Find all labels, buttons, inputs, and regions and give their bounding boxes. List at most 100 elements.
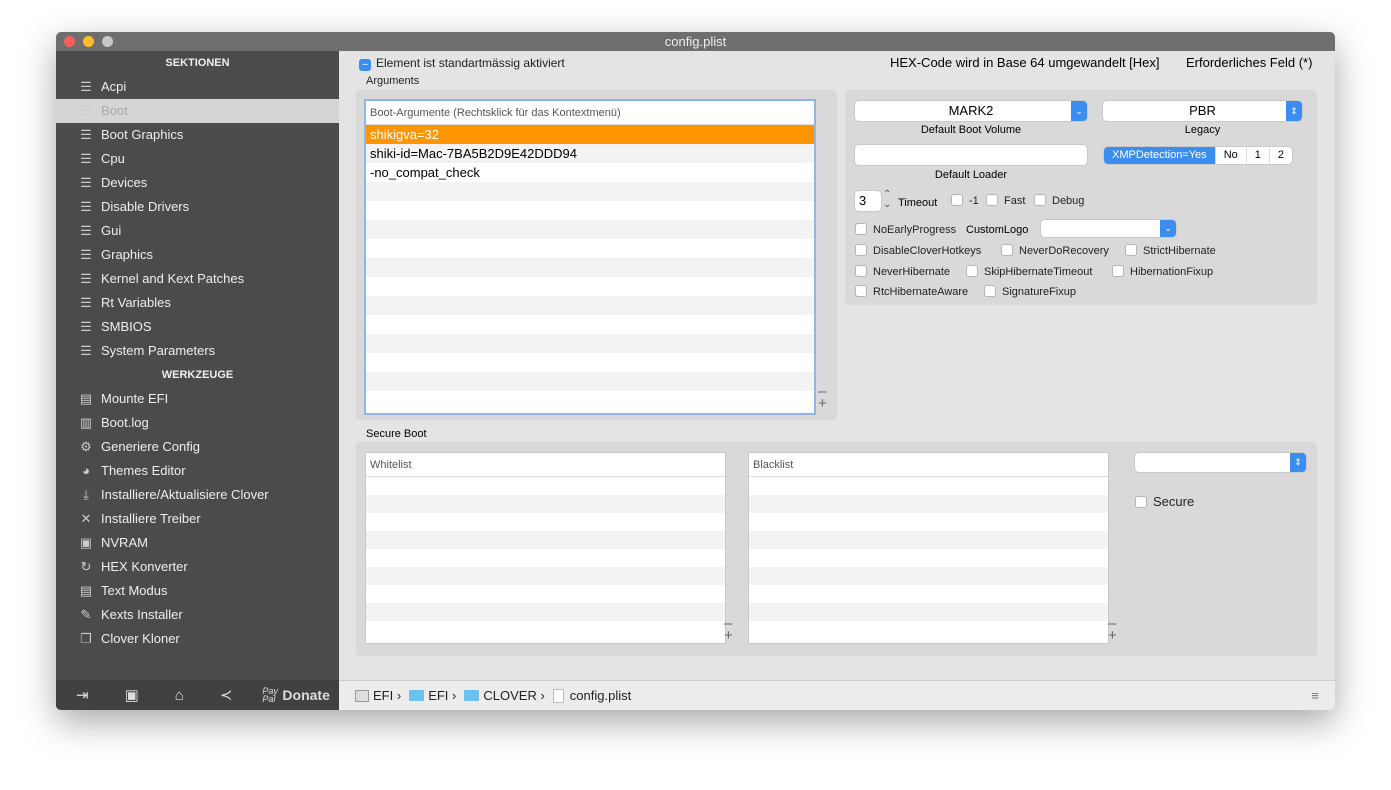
legacy-select[interactable]: PBR ⇕ <box>1103 101 1302 121</box>
sidebar-item-devices[interactable]: ☰ Devices <box>56 171 339 195</box>
tool-item-kexts-installer[interactable]: ✎ Kexts Installer <box>56 603 339 627</box>
chevron-down-icon: ⌄ <box>1160 220 1176 237</box>
path-item[interactable]: EFI <box>428 688 448 703</box>
empty-row <box>366 220 814 239</box>
sidebar-item-smbios[interactable]: ☰ SMBIOS <box>56 315 339 339</box>
empty-row <box>749 567 1108 585</box>
sidebar-item-disable-drivers[interactable]: ☰ Disable Drivers <box>56 195 339 219</box>
boot-arg-row[interactable]: shiki-id=Mac-7BA5B2D9E42DDD94 <box>366 144 814 163</box>
fast-checkbox[interactable]: Fast <box>986 194 1025 207</box>
secure-checkbox[interactable]: Secure <box>1135 494 1194 509</box>
empty-row <box>749 477 1108 495</box>
share-icon[interactable]: ≺ <box>220 686 233 704</box>
disablecloverhotkeys-checkbox[interactable]: DisableCloverHotkeys <box>855 244 981 257</box>
default-loader-input[interactable] <box>855 145 1087 165</box>
tool-item-mounte-efi[interactable]: ▤ Mounte EFI <box>56 387 339 411</box>
menu-icon[interactable]: ≡ <box>1311 688 1319 703</box>
path-item[interactable]: CLOVER <box>483 688 536 703</box>
sidebar-item-kernel-and-kext-patches[interactable]: ☰ Kernel and Kext Patches <box>56 267 339 291</box>
tool-item-clover-kloner[interactable]: ❐ Clover Kloner <box>56 627 339 651</box>
home-icon[interactable]: ⌂ <box>175 687 184 704</box>
log-icon: ▥ <box>79 415 93 430</box>
empty-row <box>366 567 725 585</box>
empty-row <box>366 334 814 353</box>
custom-logo-select[interactable]: ⌄ <box>1041 220 1176 237</box>
hibernationfixup-checkbox[interactable]: HibernationFixup <box>1112 265 1213 278</box>
noearlyprogress-checkbox[interactable]: NoEarlyProgress <box>855 223 956 236</box>
sidebar-item-graphics[interactable]: ☰ Graphics <box>56 243 339 267</box>
whitelist-table[interactable]: Whitelist <box>365 452 726 644</box>
donate-button[interactable]: Donate <box>282 687 329 703</box>
neverhibernate-checkbox[interactable]: NeverHibernate <box>855 265 950 278</box>
enabled-label: Element ist standartmässig aktiviert <box>376 56 565 70</box>
list-icon: ☰ <box>80 199 92 214</box>
tool-item-generiere-config[interactable]: ⚙ Generiere Config <box>56 435 339 459</box>
rtchibernateaware-checkbox[interactable]: RtcHibernateAware <box>855 285 968 298</box>
xmp-2[interactable]: 2 <box>1268 147 1292 164</box>
tool-item-installiere-aktualisiere-clover[interactable]: ⤓ Installiere/Aktualisiere Clover <box>56 483 339 507</box>
minimize-button[interactable] <box>83 36 94 47</box>
custom-logo-label: CustomLogo <box>966 224 1029 236</box>
skiphibernatetimeout-checkbox[interactable]: SkipHibernateTimeout <box>966 265 1092 278</box>
xmp-1[interactable]: 1 <box>1245 147 1269 164</box>
xmp-segmented[interactable]: XMPDetection=Yes No 1 2 <box>1104 147 1292 164</box>
copy-icon: ❐ <box>80 631 92 646</box>
sidebar-item-rt-variables[interactable]: ☰ Rt Variables <box>56 291 339 315</box>
tool-item-themes-editor[interactable]: ◕ Themes Editor <box>56 459 339 483</box>
boot-args-list[interactable]: Boot-Argumente (Rechtsklick für das Kont… <box>364 99 816 415</box>
whitelist-header: Whitelist <box>366 453 725 477</box>
timeout-input[interactable]: 3 <box>855 191 881 211</box>
sidebar-item-gui[interactable]: ☰ Gui <box>56 219 339 243</box>
text-icon: ▤ <box>79 583 93 598</box>
path-item[interactable]: config.plist <box>570 688 631 703</box>
add-whitelist-button[interactable]: – + <box>724 616 733 643</box>
signaturefixup-checkbox[interactable]: SignatureFixup <box>984 285 1076 298</box>
add-arg-button[interactable]: – + <box>818 384 827 411</box>
neverdorecovery-checkbox[interactable]: NeverDoRecovery <box>1001 244 1109 257</box>
close-button[interactable] <box>64 36 75 47</box>
empty-row <box>366 531 725 549</box>
empty-row <box>366 477 725 495</box>
boot-arg-row[interactable]: shikigva=32 <box>366 125 814 144</box>
default-volume-select[interactable]: MARK2 ⌄ <box>855 101 1087 121</box>
boot-args-header: Boot-Argumente (Rechtsklick für das Kont… <box>366 101 814 125</box>
add-blacklist-button[interactable]: – + <box>1108 616 1117 643</box>
stricthibernate-checkbox[interactable]: StrictHibernate <box>1125 244 1216 257</box>
empty-row <box>749 513 1108 531</box>
tool-item-text-modus[interactable]: ▤ Text Modus <box>56 579 339 603</box>
sidebar-footer: ⇥ ▣ ⌂ ≺ Pay Pal Donate <box>56 680 339 710</box>
minus1-checkbox[interactable]: -1 <box>951 194 979 207</box>
tool-item-nvram[interactable]: ▣ NVRAM <box>56 531 339 555</box>
secure-boot-select[interactable]: ⇕ <box>1135 453 1306 472</box>
import-icon[interactable]: ⇥ <box>76 686 89 704</box>
empty-row <box>749 603 1108 621</box>
sidebar-item-boot[interactable]: ☰ Boot <box>56 99 339 123</box>
zoom-button[interactable] <box>102 36 113 47</box>
path-item[interactable]: EFI <box>373 688 393 703</box>
sidebar-item-system-parameters[interactable]: ☰ System Parameters <box>56 339 339 363</box>
boot-arg-row[interactable]: -no_compat_check <box>366 163 814 182</box>
list-icon: ☰ <box>80 79 92 94</box>
disk-icon <box>355 689 369 702</box>
timeout-stepper[interactable]: ⌃ ⌄ <box>883 190 891 210</box>
debug-checkbox[interactable]: Debug <box>1034 194 1084 207</box>
export-icon[interactable]: ▣ <box>125 686 139 704</box>
sidebar-item-cpu[interactable]: ☰ Cpu <box>56 147 339 171</box>
tool-item-boot-log[interactable]: ▥ Boot.log <box>56 411 339 435</box>
xmp-no[interactable]: No <box>1214 147 1246 164</box>
sidebar-item-boot-graphics[interactable]: ☰ Boot Graphics <box>56 123 339 147</box>
xmp-yes[interactable]: XMPDetection=Yes <box>1104 147 1215 164</box>
empty-row <box>366 353 814 372</box>
empty-row <box>366 182 814 201</box>
enabled-toggle[interactable]: – Element ist standartmässig aktiviert <box>359 56 565 71</box>
tool-item-hex-konverter[interactable]: ↻ HEX Konverter <box>56 555 339 579</box>
sidebar-item-acpi[interactable]: ☰ Acpi <box>56 75 339 99</box>
empty-row <box>366 621 725 639</box>
empty-row <box>366 495 725 513</box>
legacy-label: Legacy <box>1184 124 1221 136</box>
blacklist-table[interactable]: Blacklist <box>748 452 1109 644</box>
chevron-down-icon: ⌄ <box>1071 101 1087 121</box>
empty-row <box>749 621 1108 639</box>
empty-row <box>366 391 814 410</box>
tool-item-installiere-treiber[interactable]: ✕ Installiere Treiber <box>56 507 339 531</box>
